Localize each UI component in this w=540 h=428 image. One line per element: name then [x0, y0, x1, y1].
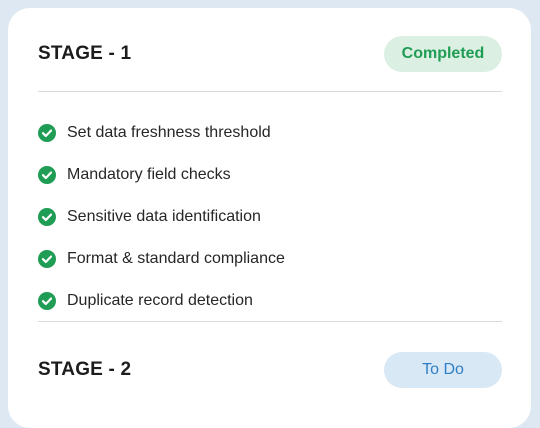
- checklist-item-label: Mandatory field checks: [67, 166, 231, 183]
- checklist-item: Set data freshness threshold: [38, 112, 285, 154]
- stages-card: STAGE - 1 Completed Set data freshness t…: [8, 8, 531, 428]
- checklist-item-label: Set data freshness threshold: [67, 124, 271, 141]
- stage-2-title: STAGE - 2: [38, 359, 132, 380]
- stage-1-header: STAGE - 1 Completed: [38, 36, 502, 72]
- checklist-item: Mandatory field checks: [38, 154, 285, 196]
- stage-1-title: STAGE - 1: [38, 43, 132, 64]
- check-circle-icon: [38, 292, 56, 310]
- checklist-item: Duplicate record detection: [38, 280, 285, 322]
- checklist-item: Sensitive data identification: [38, 196, 285, 238]
- check-circle-icon: [38, 208, 56, 226]
- stage-2-header: STAGE - 2 To Do: [38, 352, 502, 388]
- checklist-item-label: Sensitive data identification: [67, 208, 261, 225]
- check-circle-icon: [38, 250, 56, 268]
- stage-1-status-badge[interactable]: Completed: [384, 36, 502, 72]
- check-circle-icon: [38, 166, 56, 184]
- checklist-item-label: Duplicate record detection: [67, 292, 253, 309]
- check-circle-icon: [38, 124, 56, 142]
- divider: [38, 91, 502, 92]
- divider: [38, 321, 502, 322]
- stage-1-checklist: Set data freshness threshold Mandatory f…: [38, 112, 285, 322]
- checklist-item-label: Format & standard compliance: [67, 250, 285, 267]
- checklist-item: Format & standard compliance: [38, 238, 285, 280]
- stage-2-status-badge[interactable]: To Do: [384, 352, 502, 388]
